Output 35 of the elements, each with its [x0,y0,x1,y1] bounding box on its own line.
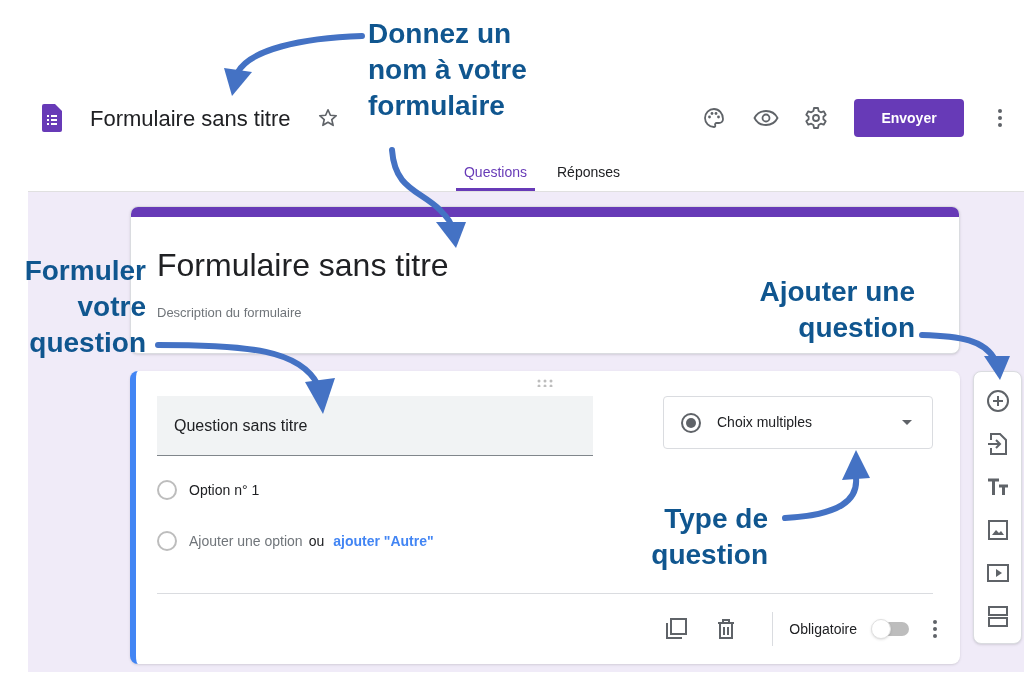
annotation-text: Type de question [650,502,768,572]
annotation-text: Donnez un nom à votre formulaire [368,17,528,123]
star-icon[interactable] [316,107,339,129]
or-label: ou [308,531,325,551]
send-button[interactable]: Envoyer [854,99,964,137]
more-icon[interactable] [933,620,937,638]
video-icon[interactable] [985,561,1010,585]
question-title-field[interactable]: Question sans titre [157,396,593,456]
form-title-field[interactable]: Formulaire sans titre [157,245,449,285]
more-icon[interactable] [998,109,1002,127]
required-label: Obligatoire [789,619,857,639]
add-other-link[interactable]: ajouter "Autre" [333,530,434,552]
question-type-dropdown[interactable]: Choix multiples [663,396,933,449]
add-option-field[interactable]: Ajouter une option [189,530,303,552]
drag-handle-icon[interactable] [537,379,553,387]
image-icon[interactable] [985,518,1010,542]
form-icon[interactable] [42,104,62,132]
description-field[interactable]: Description du formulaire [157,303,302,323]
copy-icon[interactable] [665,618,688,640]
option-field[interactable]: Option n° 1 [189,479,260,501]
radio-circle-icon [157,531,177,551]
tab[interactable]: Réponses [549,156,629,191]
section-icon[interactable] [985,604,1010,628]
palette-icon[interactable] [702,106,726,130]
form-title[interactable]: Formulaire sans titre [90,101,291,135]
add-question-icon[interactable] [985,389,1010,413]
dropdown-caret-icon [902,420,912,425]
import-icon[interactable] [985,432,1010,456]
annotation-text: Ajouter une question [758,275,915,345]
radio-icon [680,411,702,434]
delete-icon[interactable] [717,619,736,639]
radio-circle-icon [157,480,177,500]
settings-icon[interactable] [804,106,828,130]
annotation-text: Formuler votre question [23,254,146,360]
required-toggle[interactable] [871,618,909,640]
